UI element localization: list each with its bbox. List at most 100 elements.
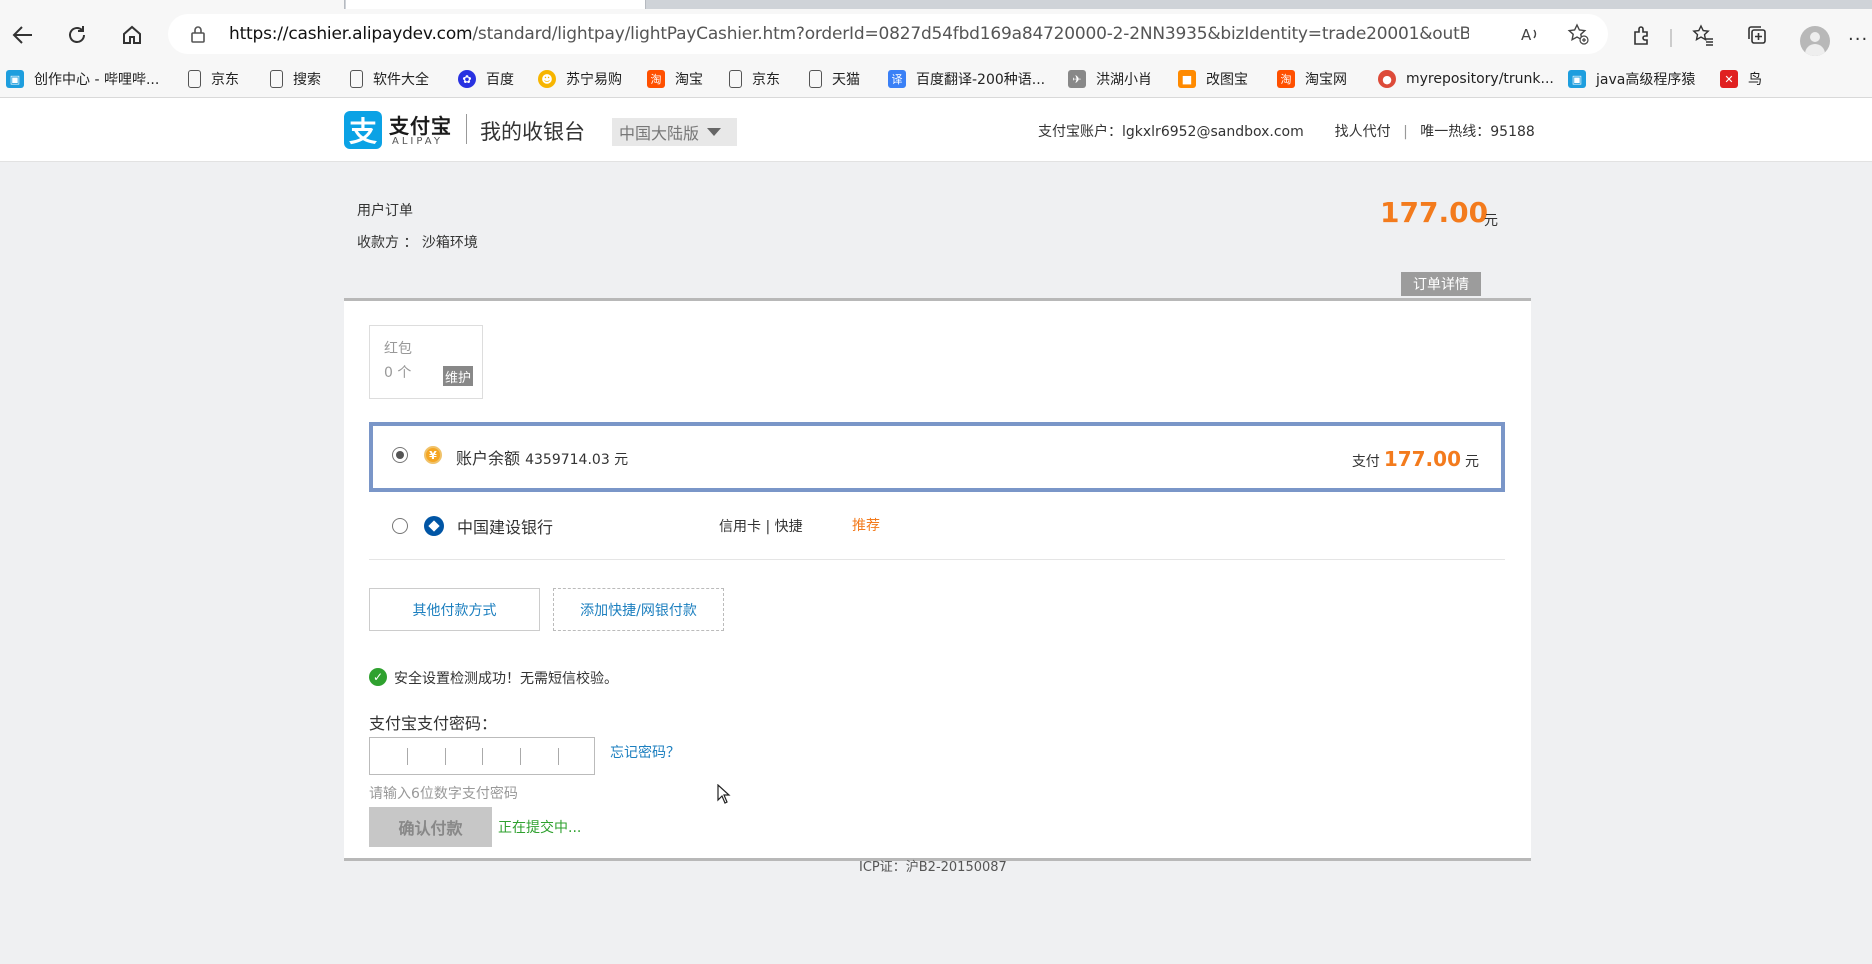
favorites-icon[interactable] xyxy=(1690,22,1716,48)
more-menu-icon[interactable]: ··· xyxy=(1848,29,1868,50)
bookmark-item[interactable]: 京东 xyxy=(729,67,780,91)
bookmark-item[interactable]: ☻ 苏宁易购 xyxy=(538,67,622,91)
add-favorite-icon[interactable] xyxy=(1566,22,1590,46)
yuan-coin-icon: ¥ xyxy=(424,446,442,464)
region-select[interactable]: 中国大陆版 xyxy=(612,118,737,146)
pay-label: 支付 xyxy=(1351,454,1380,470)
balance-payment-option[interactable]: ¥ 账户余额 4359714.03 元 支付 177.00 元 xyxy=(369,422,1505,492)
lock-icon[interactable] xyxy=(190,25,206,47)
mouse-cursor-icon xyxy=(717,783,731,804)
password-cell-divider xyxy=(520,748,521,765)
bookmark-item[interactable]: ■ 改图宝 xyxy=(1178,67,1248,91)
red-packet-count: 0 个 xyxy=(384,365,412,381)
balance-radio[interactable] xyxy=(392,447,408,463)
other-payment-button[interactable]: 其他付款方式 xyxy=(369,588,540,631)
order-title: 用户订单 xyxy=(357,203,413,219)
icp-footer: ICP证：沪B2-20150087 xyxy=(859,860,1007,875)
balance-label: 账户余额 xyxy=(456,449,521,468)
address-bar[interactable]: https://cashier.alipaydev.com/standard/l… xyxy=(168,14,1608,54)
bilibili-icon: ▣ xyxy=(6,70,24,88)
order-amount-unit: 元 xyxy=(1484,213,1498,229)
cashier-header: 支 支付宝 ALIPAY 我的收银台 中国大陆版 支付宝账户：lgkxlr695… xyxy=(0,98,1872,162)
find-payer-link[interactable]: 找人代付 xyxy=(1335,124,1391,140)
pay-amount-display: 支付 177.00 元 xyxy=(1352,447,1479,471)
bookmarks-bar: ▣ 创作中心 - 哔哩哔... 京东 搜索 软件大全 ✿ 百度 ☻ 苏宁易购 淘淘宝 … xyxy=(0,61,1872,98)
bank-tags: 信用卡 | 快捷 xyxy=(719,519,803,535)
svg-text:A: A xyxy=(1521,26,1532,44)
collections-icon[interactable] xyxy=(1744,22,1770,48)
red-packet-card[interactable]: 红包 0 个 维护 xyxy=(369,325,483,399)
region-label: 中国大陆版 xyxy=(619,124,700,143)
bookmark-item[interactable]: ✈ 洪湖小肖 xyxy=(1068,67,1152,91)
chrome-icon: ● xyxy=(1378,70,1396,88)
recommend-badge: 推荐 xyxy=(852,518,880,534)
security-message: 安全设置检测成功！无需短信校验。 xyxy=(394,671,618,687)
back-icon[interactable] xyxy=(6,18,40,52)
page-title: 我的收银台 xyxy=(480,120,585,144)
bird-icon: ✈ xyxy=(1068,70,1086,88)
page-icon xyxy=(350,70,363,88)
url-text[interactable]: https://cashier.alipaydev.com/standard/l… xyxy=(229,24,1469,44)
password-label: 支付宝支付密码： xyxy=(369,714,498,733)
balance-value: 4359714.03 元 xyxy=(525,452,629,468)
ccb-bank-icon xyxy=(424,516,444,536)
read-aloud-icon[interactable]: A xyxy=(1518,22,1542,46)
bird-red-icon: ✕ xyxy=(1720,70,1738,88)
browser-toolbar: https://cashier.alipaydev.com/standard/l… xyxy=(0,9,1872,61)
add-bank-payment-button[interactable]: 添加快捷/网银付款 xyxy=(553,588,724,631)
gaitubao-icon: ■ xyxy=(1178,70,1196,88)
order-amount: 177.00 xyxy=(1380,196,1489,229)
browser-tab-active[interactable] xyxy=(346,0,646,9)
bank-radio[interactable] xyxy=(392,518,408,534)
bookmark-item[interactable]: 天猫 xyxy=(809,67,860,91)
order-detail-button[interactable]: 订单详情 xyxy=(1401,272,1481,296)
bookmark-item[interactable]: 淘淘宝网 xyxy=(1277,67,1347,91)
page-icon xyxy=(729,70,742,88)
bookmark-item[interactable]: ▣ java高级程序猿 xyxy=(1568,67,1695,91)
bookmark-item[interactable]: 译百度翻译-200种语... xyxy=(888,67,1045,91)
maintenance-badge: 维护 xyxy=(443,366,473,386)
bookmark-item[interactable]: 搜索 xyxy=(270,67,321,91)
tab-strip xyxy=(0,0,1872,9)
toolbar-divider xyxy=(1670,29,1672,47)
bookmark-item[interactable]: ✕ 鸟 xyxy=(1720,67,1762,91)
taobao-icon: 淘 xyxy=(647,70,665,88)
forgot-password-link[interactable]: 忘记密码？ xyxy=(610,742,680,762)
bookmark-item[interactable]: 淘淘宝 xyxy=(647,67,703,91)
page-icon xyxy=(809,70,822,88)
password-cell-divider xyxy=(407,748,408,765)
password-cell-divider xyxy=(482,748,483,765)
bookmark-item[interactable]: 软件大全 xyxy=(350,67,429,91)
balance-text: 账户余额 4359714.03 元 xyxy=(456,445,628,469)
password-input[interactable] xyxy=(369,737,595,775)
password-cell-divider xyxy=(445,748,446,765)
bookmark-item[interactable]: ▣ 创作中心 - 哔哩哔... xyxy=(6,67,159,91)
browser-tab[interactable] xyxy=(0,0,345,9)
extensions-icon[interactable] xyxy=(1629,22,1655,48)
taobao-icon: 淘 xyxy=(1277,70,1295,88)
payment-panel: 红包 0 个 维护 ¥ 账户余额 4359714.03 元 支付 177.00 元 … xyxy=(344,298,1531,861)
bookmark-item[interactable]: ✿ 百度 xyxy=(458,67,514,91)
page-content: 支 支付宝 ALIPAY 我的收银台 中国大陆版 支付宝账户：lgkxlr695… xyxy=(0,98,1872,964)
submitting-status: 正在提交中... xyxy=(498,820,582,836)
pay-unit: 元 xyxy=(1465,454,1479,470)
header-divider xyxy=(466,114,467,144)
bookmark-item[interactable]: ● myrepository/trunk... xyxy=(1378,67,1554,91)
logo-text: 支付宝 xyxy=(389,114,452,138)
profile-avatar-icon[interactable] xyxy=(1800,26,1830,56)
pay-amount: 177.00 xyxy=(1383,447,1461,471)
caret-down-icon xyxy=(707,128,722,136)
alipay-logo-icon[interactable]: 支 xyxy=(344,111,382,149)
bilibili-icon: ▣ xyxy=(1568,70,1586,88)
home-icon[interactable] xyxy=(115,18,149,52)
confirm-payment-button[interactable]: 确认付款 xyxy=(369,807,492,847)
red-packet-title: 红包 xyxy=(384,341,412,357)
password-hint: 请输入6位数字支付密码 xyxy=(369,786,518,802)
reload-icon[interactable] xyxy=(60,18,94,52)
baidu-icon: ✿ xyxy=(458,70,476,88)
bank-payment-option[interactable]: 中国建设银行 信用卡 | 快捷 推荐 xyxy=(369,492,1505,560)
header-account-info: 支付宝账户：lgkxlr6952@sandbox.com 找人代付 | 唯一热线… xyxy=(1038,124,1535,140)
hotline-text: 唯一热线：95188 xyxy=(1420,124,1535,140)
bookmark-item[interactable]: 京东 xyxy=(188,67,239,91)
payee-text: 收款方 ： 沙箱环境 xyxy=(357,235,478,251)
